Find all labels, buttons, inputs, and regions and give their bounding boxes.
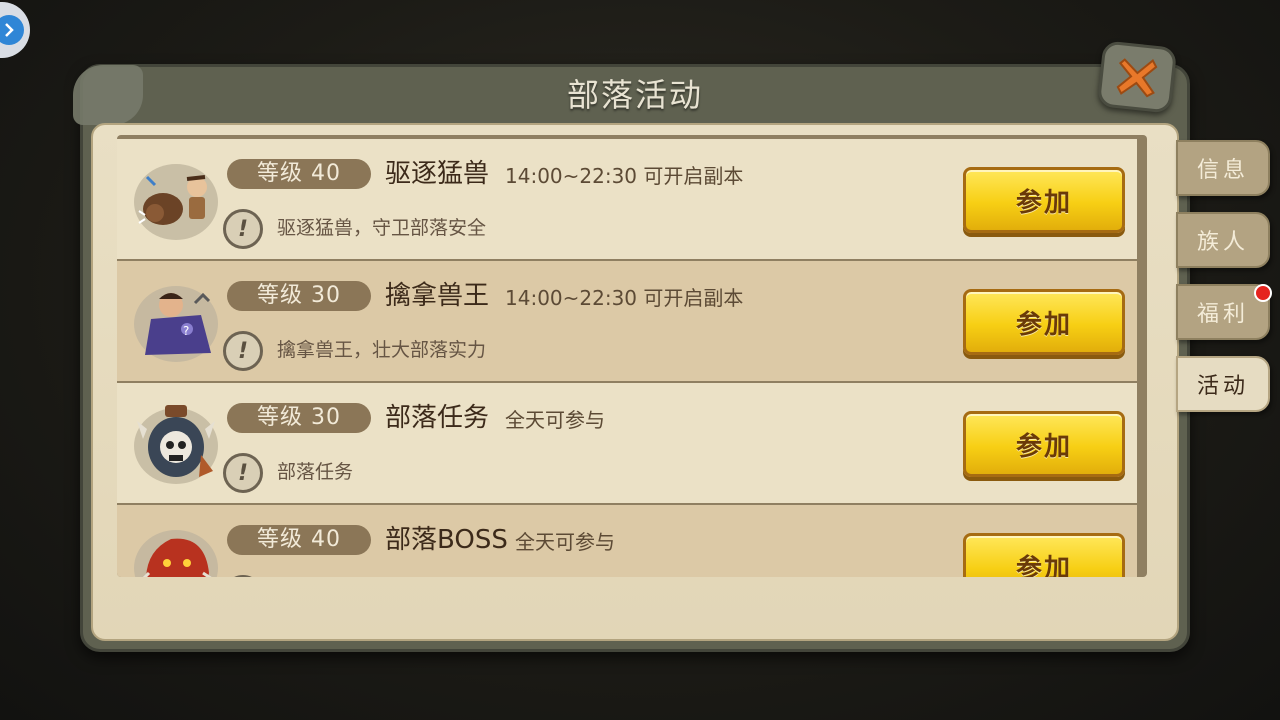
activity-desc: 驱逐猛兽，守卫部落安全 [277, 217, 487, 239]
activity-row: 等级 30 部落任务 全天可参与 ! 部落任务 参加 [117, 383, 1137, 503]
svg-text:?: ? [183, 324, 189, 338]
join-button[interactable]: 参加 [963, 411, 1125, 477]
beast-king-icon: ? [134, 286, 218, 362]
level-badge: 等级 40 [227, 159, 371, 189]
close-button[interactable] [1096, 40, 1178, 114]
boar-hunt-icon [134, 164, 218, 240]
tab-activity[interactable]: 活动 [1176, 356, 1270, 412]
chevron-right-icon [0, 15, 24, 45]
side-tabs: 信息 族人 福利 活动 [1176, 140, 1272, 428]
activity-time: 全天可参与 [505, 408, 605, 432]
floating-menu-toggle[interactable] [0, 2, 30, 58]
activity-row: 等级 40 部落BOSS 全天可参与 ! 参加 [117, 505, 1137, 577]
activity-list[interactable]: 等级 40 驱逐猛兽 14:00~22:30 可开启副本 ! 驱逐猛兽，守卫部落… [117, 139, 1139, 577]
activity-name: 驱逐猛兽 [385, 159, 490, 189]
activity-name: 部落BOSS [385, 525, 508, 555]
info-icon[interactable]: ! [223, 453, 263, 493]
tab-label: 信息 [1196, 158, 1249, 183]
skull-mask-icon [134, 405, 218, 484]
panel-title: 部落活动 [566, 76, 703, 114]
activity-desc: 部落任务 [277, 461, 354, 483]
level-badge: 等级 30 [227, 403, 371, 433]
level-badge: 等级 30 [227, 281, 371, 311]
activity-time: 14:00~22:30 可开启副本 [505, 164, 744, 188]
activity-list-frame: 等级 40 驱逐猛兽 14:00~22:30 可开启副本 ! 驱逐猛兽，守卫部落… [117, 135, 1147, 577]
boss-monster-icon [134, 530, 218, 577]
notification-badge [1254, 284, 1272, 302]
join-button[interactable]: 参加 [963, 533, 1125, 577]
tab-label: 族人 [1196, 230, 1249, 255]
activity-row: 等级 40 驱逐猛兽 14:00~22:30 可开启副本 ! 驱逐猛兽，守卫部落… [117, 139, 1137, 259]
join-button[interactable]: 参加 [963, 167, 1125, 233]
activity-time: 全天可参与 [515, 530, 615, 554]
info-icon[interactable]: ! [223, 209, 263, 249]
activity-name: 擒拿兽王 [385, 281, 490, 311]
activity-row: ? 等级 30 擒拿兽王 14:00~22:30 可开启副本 ! 擒拿兽王，壮大… [117, 261, 1137, 381]
tab-info[interactable]: 信息 [1176, 140, 1270, 196]
tab-members[interactable]: 族人 [1176, 212, 1270, 268]
activity-name: 部落任务 [385, 403, 490, 433]
panel-header: 部落活动 [83, 67, 1187, 119]
activity-desc: 擒拿兽王，壮大部落实力 [277, 339, 487, 361]
join-button[interactable]: 参加 [963, 289, 1125, 355]
info-icon[interactable]: ! [223, 331, 263, 371]
activity-time: 14:00~22:30 可开启副本 [505, 286, 744, 310]
close-icon [1116, 58, 1158, 98]
tab-label: 福利 [1196, 302, 1249, 327]
tab-welfare[interactable]: 福利 [1176, 284, 1272, 340]
tab-label: 活动 [1196, 374, 1249, 399]
info-icon[interactable]: ! [223, 575, 263, 577]
level-badge: 等级 40 [227, 525, 371, 555]
